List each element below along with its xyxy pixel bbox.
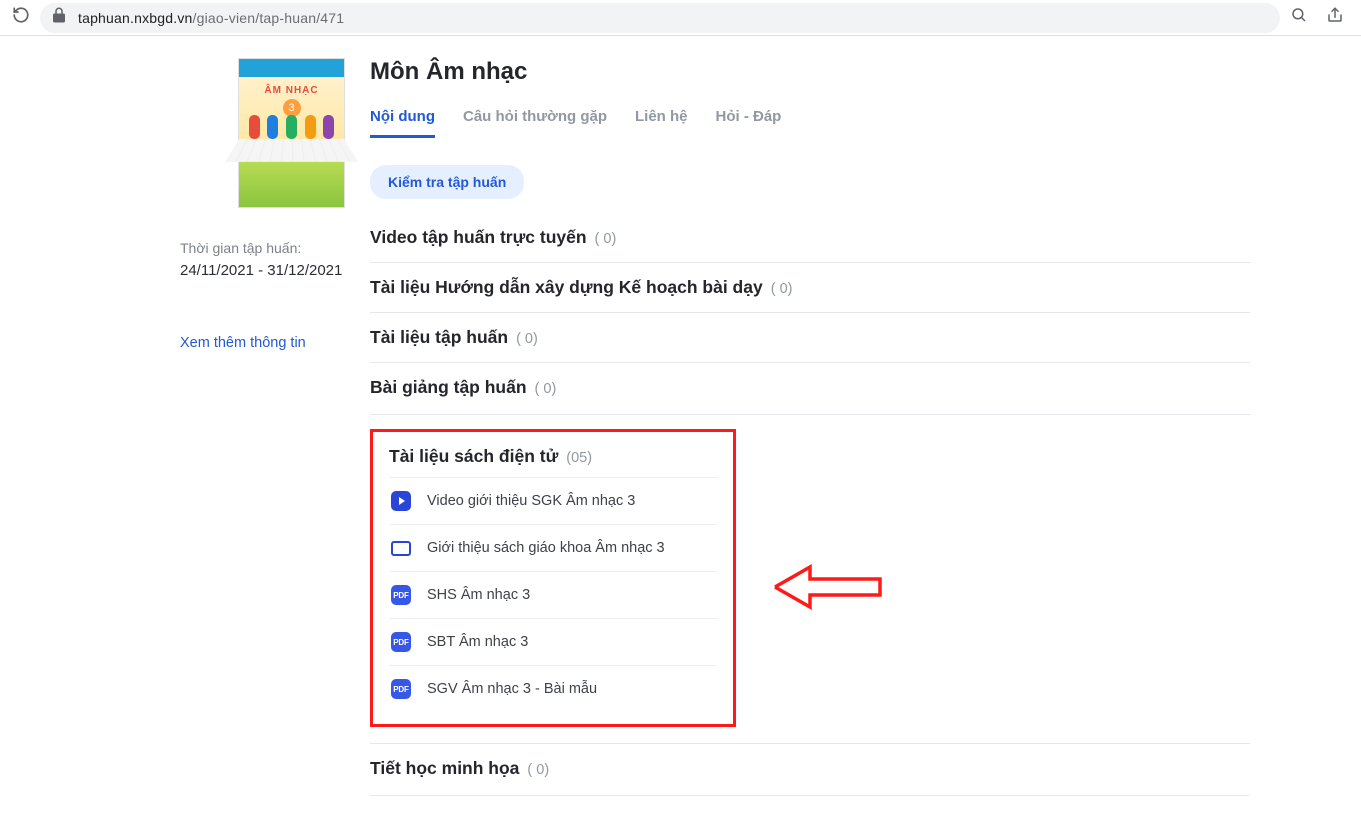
training-time-label: Thời gian tập huấn:: [180, 240, 350, 256]
pdf-icon: PDF: [391, 632, 411, 652]
pdf-icon: PDF: [391, 679, 411, 699]
ebook-item-sgv[interactable]: PDF SGV Âm nhạc 3 - Bài mẫu: [389, 665, 717, 712]
more-info-link[interactable]: Xem thêm thông tin: [180, 335, 306, 351]
share-icon[interactable]: [1326, 6, 1344, 29]
ebook-item-textbook-intro[interactable]: Giới thiệu sách giáo khoa Âm nhạc 3: [389, 524, 717, 571]
section-sample-lesson[interactable]: Tiết học minh họa ( 0): [370, 758, 1250, 779]
reload-icon[interactable]: [12, 6, 30, 29]
video-icon: [391, 491, 411, 511]
book-cover[interactable]: ÂM NHẠC 3: [238, 58, 345, 208]
ebook-section-highlight: Tài liệu sách điện tử (05) Video giới th…: [370, 429, 736, 727]
tab-hoi-dap[interactable]: Hỏi - Đáp: [716, 108, 782, 138]
section-ebook-materials[interactable]: Tài liệu sách điện tử (05): [389, 446, 717, 467]
browser-toolbar: taphuan.nxbgd.vn/giao-vien/tap-huan/471: [0, 0, 1361, 36]
sidebar: ÂM NHẠC 3 Thời gian tập huấn: 24/11/2021…: [90, 58, 370, 796]
section-video-training[interactable]: Video tập huấn trực tuyến ( 0): [370, 227, 1250, 248]
address-bar[interactable]: taphuan.nxbgd.vn/giao-vien/tap-huan/471: [40, 3, 1280, 33]
ebook-item-video-intro[interactable]: Video giới thiệu SGK Âm nhạc 3: [389, 477, 717, 524]
annotation-arrow-icon: [770, 557, 890, 622]
main-content: Môn Âm nhạc Nội dung Câu hỏi thường gặp …: [370, 58, 1270, 796]
cover-title: ÂM NHẠC: [264, 85, 318, 96]
tab-lien-he[interactable]: Liên hệ: [635, 108, 688, 138]
zoom-icon[interactable]: [1290, 6, 1308, 29]
url-text: taphuan.nxbgd.vn/giao-vien/tap-huan/471: [78, 10, 344, 26]
lock-icon: [50, 6, 68, 29]
tab-cau-hoi[interactable]: Câu hỏi thường gặp: [463, 108, 607, 138]
tab-bar: Nội dung Câu hỏi thường gặp Liên hệ Hỏi …: [370, 108, 1250, 139]
ebook-item-shs[interactable]: PDF SHS Âm nhạc 3: [389, 571, 717, 618]
page-title: Môn Âm nhạc: [370, 58, 1250, 86]
screen-icon: [391, 538, 411, 558]
section-training-materials[interactable]: Tài liệu tập huấn ( 0): [370, 327, 1250, 348]
ebook-item-list: Video giới thiệu SGK Âm nhạc 3 Giới thiệ…: [389, 477, 717, 712]
section-lesson-plan-guide[interactable]: Tài liệu Hướng dẫn xây dựng Kế hoạch bài…: [370, 277, 1250, 298]
tab-noi-dung[interactable]: Nội dung: [370, 108, 435, 138]
section-training-lectures[interactable]: Bài giảng tập huấn ( 0): [370, 377, 1250, 398]
ebook-item-sbt[interactable]: PDF SBT Âm nhạc 3: [389, 618, 717, 665]
training-time-value: 24/11/2021 - 31/12/2021: [180, 262, 350, 279]
check-training-button[interactable]: Kiểm tra tập huấn: [370, 165, 524, 199]
pdf-icon: PDF: [391, 585, 411, 605]
